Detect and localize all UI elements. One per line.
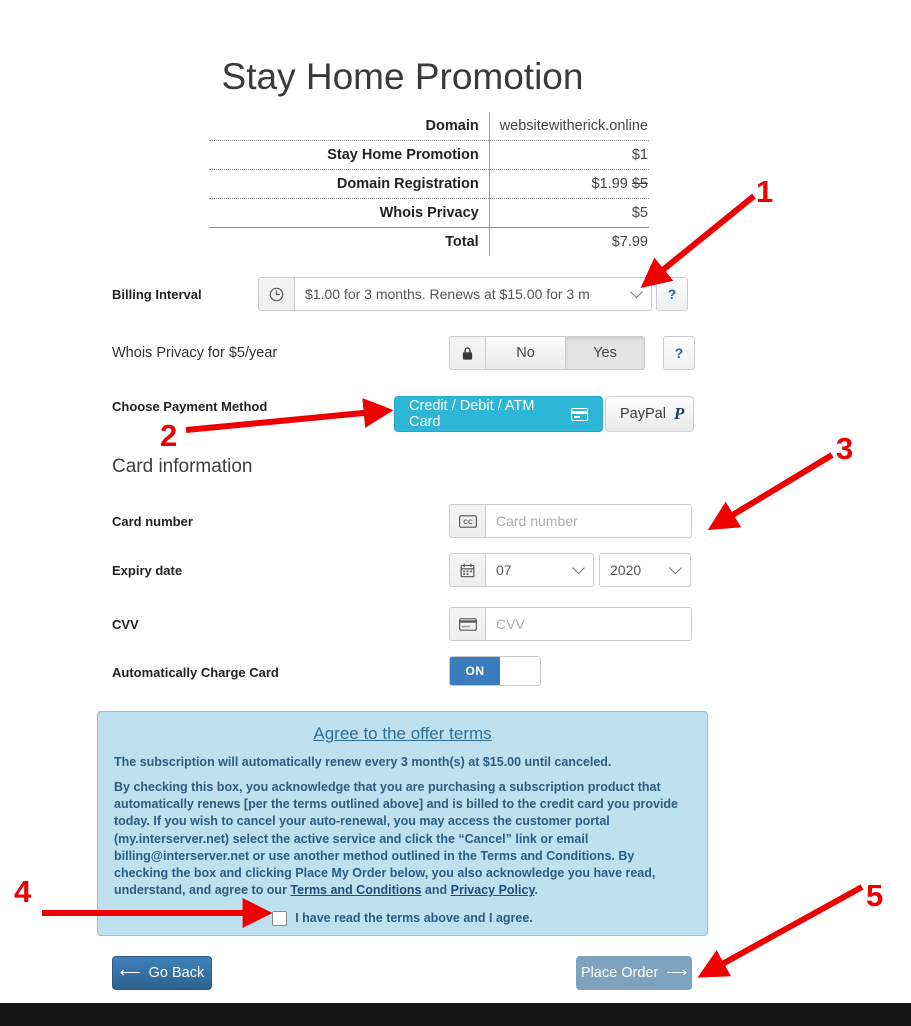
- terms-checkbox-label: I have read the terms above and I agree.: [295, 911, 533, 926]
- whois-privacy-yes-button[interactable]: Yes: [565, 336, 645, 370]
- whois-privacy-no-button[interactable]: No: [485, 336, 565, 370]
- billing-interval-help-button[interactable]: ?: [656, 277, 688, 311]
- page-title: Stay Home Promotion: [221, 56, 584, 97]
- terms-body-text: By checking this box, you acknowledge th…: [114, 779, 679, 898]
- annotation-arrow-1: [640, 193, 756, 289]
- expiry-date-group: 07 2020: [449, 553, 691, 587]
- expiry-year-select[interactable]: 2020: [599, 553, 691, 587]
- auto-charge-toggle[interactable]: ON: [449, 656, 541, 686]
- lock-icon: [449, 336, 485, 370]
- summary-label: Domain Registration: [209, 169, 490, 199]
- card-number-group: CC Card number: [449, 504, 692, 538]
- arrow-left-icon: ⟵: [119, 965, 141, 981]
- billing-interval-label: Billing Interval: [112, 287, 202, 302]
- cvv-input[interactable]: CVV: [485, 607, 692, 641]
- table-row: Domain Registration $1.99 $5: [209, 169, 649, 199]
- place-order-label: Place Order: [580, 965, 659, 981]
- cvv-label: CVV: [112, 617, 139, 632]
- privacy-policy-link[interactable]: Privacy Policy: [451, 883, 535, 897]
- calendar-icon: [449, 553, 485, 587]
- table-row: Whois Privacy $5: [209, 198, 649, 228]
- summary-label: Stay Home Promotion: [209, 140, 490, 170]
- whois-privacy-help-button[interactable]: ?: [663, 336, 695, 370]
- payment-method-card-label: Credit / Debit / ATM Card: [409, 398, 535, 430]
- summary-value: $1: [489, 140, 649, 170]
- table-row: Domain websitewitherick.online: [209, 112, 649, 141]
- billing-interval-group: $1.00 for 3 months. Renews at $15.00 for…: [258, 277, 688, 311]
- terms-title: Agree to the offer terms: [313, 724, 492, 743]
- expiry-month-wrap: 07: [485, 553, 594, 587]
- credit-card-icon: CC: [449, 504, 485, 538]
- terms-body-end: .: [534, 883, 538, 898]
- table-row: Stay Home Promotion $1: [209, 140, 649, 170]
- cvv-group: CVV: [449, 607, 692, 641]
- card-number-input[interactable]: Card number: [485, 504, 692, 538]
- terms-body: By checking this box, you acknowledge th…: [114, 779, 691, 900]
- auto-charge-label: Automatically Charge Card: [112, 665, 279, 680]
- annotation-number-5: 5: [866, 878, 884, 913]
- summary-value-total: $7.99: [611, 234, 648, 250]
- order-summary-table: Domain websitewitherick.online Stay Home…: [209, 112, 649, 256]
- summary-label-total: Total: [209, 227, 490, 256]
- paypal-icon: P: [673, 404, 685, 423]
- annotation-number-3: 3: [836, 431, 854, 466]
- payment-method-paypal-button[interactable]: PayPal P: [605, 396, 694, 432]
- billing-interval-select-wrap: $1.00 for 3 months. Renews at $15.00 for…: [294, 277, 652, 311]
- whois-privacy-label: Whois Privacy for $5/year: [112, 345, 278, 361]
- credit-card-icon: [570, 407, 588, 421]
- go-back-label: Go Back: [148, 965, 205, 981]
- annotation-number-1: 1: [756, 174, 774, 209]
- summary-value: websitewitherick.online: [489, 112, 649, 141]
- summary-price-original: $5: [631, 176, 648, 192]
- payment-method-paypal-label: PayPal: [620, 406, 666, 422]
- payment-method-label: Choose Payment Method: [112, 399, 268, 414]
- expiry-year-wrap: 2020: [599, 553, 691, 587]
- svg-text:CC: CC: [463, 519, 473, 526]
- whois-privacy-group: No Yes: [449, 336, 645, 370]
- card-number-placeholder: Card number: [496, 513, 578, 529]
- table-row-total: Total $7.99: [209, 227, 649, 256]
- terms-renew-line: The subscription will automatically rene…: [114, 755, 612, 769]
- annotation-number-4: 4: [14, 874, 32, 909]
- card-information-heading: Card information: [112, 456, 253, 477]
- summary-value: $5: [489, 198, 649, 228]
- billing-interval-select[interactable]: $1.00 for 3 months. Renews at $15.00 for…: [294, 277, 652, 311]
- card-number-label: Card number: [112, 514, 193, 529]
- annotation-arrow-5: [697, 884, 864, 978]
- clock-icon: [258, 277, 294, 311]
- expiry-date-label: Expiry date: [112, 563, 183, 578]
- summary-price: $1.99: [591, 176, 628, 192]
- summary-value: $1.99 $5: [489, 169, 649, 199]
- summary-label: Domain: [209, 112, 490, 141]
- card-back-icon: [449, 607, 485, 641]
- expiry-month-select[interactable]: 07: [485, 553, 594, 587]
- arrow-right-icon: ⟶: [666, 965, 688, 981]
- terms-body-and: and: [421, 883, 451, 898]
- annotation-arrow-3: [707, 452, 834, 530]
- checkout-page: Stay Home Promotion Domain websitewither…: [0, 0, 911, 1026]
- go-back-button[interactable]: ⟵ Go Back: [112, 956, 212, 990]
- cvv-placeholder: CVV: [496, 616, 525, 632]
- terms-panel: Agree to the offer terms The subscriptio…: [97, 711, 708, 936]
- auto-charge-toggle-on-label: ON: [450, 657, 500, 685]
- annotation-number-2: 2: [160, 418, 178, 453]
- terms-checkbox[interactable]: [272, 910, 288, 926]
- terms-and-conditions-link[interactable]: Terms and Conditions: [290, 883, 421, 897]
- footer-bar: [0, 1003, 911, 1026]
- place-order-button[interactable]: Place Order ⟶: [576, 956, 692, 990]
- terms-agree-row: I have read the terms above and I agree.: [114, 910, 691, 926]
- payment-method-card-button[interactable]: Credit / Debit / ATM Card: [394, 396, 603, 432]
- summary-label: Whois Privacy: [209, 198, 490, 228]
